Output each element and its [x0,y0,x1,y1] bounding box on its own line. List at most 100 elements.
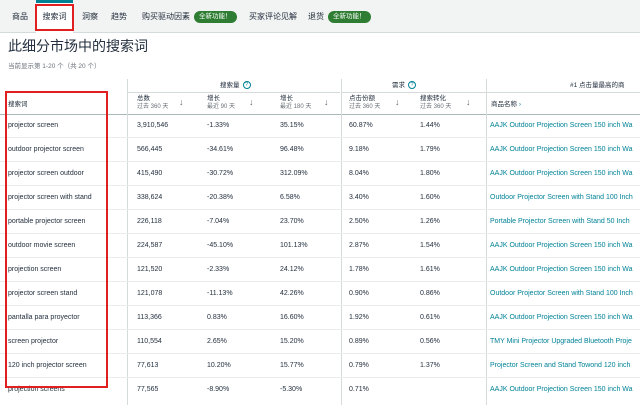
column-subtitle: 最近 180 天 [280,104,312,110]
tab-insights[interactable]: 洞察 [82,0,98,33]
column-header-keyword[interactable]: 搜索词 [8,101,28,109]
growth-180-cell: 16.60% [280,314,304,321]
total-cell: 110,554 [137,338,162,345]
click-share-cell: 8.04% [349,170,369,177]
help-icon[interactable]: ? [242,81,251,90]
table-row[interactable]: screen projector 110,554 2.65% 15.20% 0.… [0,330,640,354]
table-row[interactable]: outdoor projector screen 566,445 -34.61%… [0,138,640,162]
click-share-cell: 2.87% [349,242,369,249]
column-header-click-share[interactable]: 点击份额 过去 360 天 [349,95,380,111]
conversion-cell: 1.60% [420,194,440,201]
group-header-demand: 需求? [392,79,416,92]
table-row[interactable]: portable projector screen 226,118 -7.04%… [0,210,640,234]
keyword-cell[interactable]: portable projector screen [8,210,126,234]
product-link[interactable]: AAJK Outdoor Projection Screen 150 inch … [490,162,640,186]
product-link[interactable]: Outdoor Projector Screen with Stand 100 … [490,282,640,306]
growth-90-cell: -11.13% [207,290,233,297]
table-row[interactable]: projection screen 121,520 -2.33% 24.12% … [0,258,640,282]
growth-180-cell: 24.12% [280,266,304,273]
total-cell: 224,587 [137,242,163,249]
sort-arrow-down-icon[interactable]: ↓ [249,97,254,107]
sort-arrow-down-icon[interactable]: ↓ [466,97,471,107]
growth-180-cell: 101.13% [280,242,308,249]
product-link[interactable]: AAJK Outdoor Projection Screen 150 inch … [490,114,640,138]
conversion-cell: 1.26% [420,218,440,225]
keyword-cell[interactable]: projector screen stand [8,282,126,306]
column-title: 增长 [207,95,220,102]
total-cell: 566,445 [137,146,163,153]
product-link[interactable]: AAJK Outdoor Projection Screen 150 inch … [490,378,640,402]
column-title: 总数 [137,95,150,102]
tab-label: 洞察 [82,12,98,21]
column-subtitle: 最近 90 天 [207,104,236,110]
tab-bar: 商品 搜索词 洞察 趋势 购买驱动因素 全新功能！ 买家评论见解 退货 全新功能！ [0,0,640,34]
keyword-cell[interactable]: outdoor projector screen [8,138,126,162]
table-row[interactable]: projector screen with stand 338,624 -20.… [0,186,640,210]
column-header-total[interactable]: 总数过去 360 天 [137,95,168,111]
column-header-growth-180[interactable]: 增长 最近 180 天 [280,95,311,111]
column-header-growth-90[interactable]: 增长最近 90 天 [207,95,235,111]
sort-arrow-down-icon[interactable]: ↓ [179,97,184,107]
tab-label: 买家评论见解 [249,12,297,21]
table-row[interactable]: projector screen stand 121,078 -11.13% 4… [0,282,640,306]
table-row[interactable]: projector screen outdoor 415,490 -30.72%… [0,162,640,186]
column-header-conversion[interactable]: 搜索转化 过去 360 天 [420,95,451,111]
conversion-cell: 1.37% [420,362,440,369]
total-cell: 121,520 [137,266,163,273]
tab-products[interactable]: 商品 [12,0,28,33]
growth-90-cell: -1.33% [207,122,230,129]
table-row[interactable]: projection screens 77,565 -8.90% -5.30% … [0,378,640,402]
sort-arrow-down-icon[interactable]: ↓ [324,97,329,107]
keyword-cell[interactable]: projection screens [8,378,126,402]
product-link[interactable]: AAJK Outdoor Projection Screen 150 inch … [490,258,640,282]
growth-90-cell: -8.90% [207,386,230,393]
growth-90-cell: -45.10% [207,242,234,249]
table-row[interactable]: outdoor movie screen 224,587 -45.10% 101… [0,234,640,258]
product-link[interactable]: Projector Screen and Stand Towond 120 in… [490,354,640,378]
conversion-cell: 1.80% [420,170,440,177]
product-link[interactable]: Outdoor Projector Screen with Stand 100 … [490,186,640,210]
growth-90-cell: -7.04% [207,218,230,225]
keyword-cell[interactable]: projector screen with stand [8,186,126,210]
total-cell: 77,613 [137,362,159,369]
product-link[interactable]: AAJK Outdoor Projection Screen 150 inch … [490,234,640,258]
growth-90-cell: 0.83% [207,314,227,321]
keyword-cell[interactable]: projector screen outdoor [8,162,126,186]
product-link[interactable]: Portable Projector Screen with Stand 50 … [490,210,640,234]
tab-label: 退货 [308,12,324,21]
table-row[interactable]: 120 inch projector screen 77,613 10.20% … [0,354,640,378]
tab-trends[interactable]: 趋势 [111,0,127,33]
tab-review-insights[interactable]: 买家评论见解 [249,0,297,33]
keyword-cell[interactable]: screen projector [8,330,126,354]
tab-purchase-drivers[interactable]: 购买驱动因素 全新功能！ [142,0,237,33]
help-icon[interactable]: ? [408,81,416,90]
growth-90-cell: 10.20% [207,362,231,369]
total-cell: 338,624 [137,194,163,201]
keyword-cell[interactable]: outdoor movie screen [8,234,126,258]
keyword-cell[interactable]: projection screen [8,258,126,282]
product-link[interactable]: AAJK Outdoor Projection Screen 150 inch … [490,138,640,162]
conversion-cell: 0.86% [420,290,440,297]
tab-label: 商品 [12,12,28,21]
click-share-cell: 60.87% [349,122,373,129]
column-title: 商品名称 [491,101,517,108]
total-cell: 121,078 [137,290,163,297]
sort-arrow-down-icon[interactable]: ↓ [395,97,400,107]
tab-returns[interactable]: 退货 全新功能！ [308,0,371,33]
tab-label: 购买驱动因素 [142,12,190,21]
group-label: 搜索量 [220,82,240,89]
product-link[interactable]: AAJK Outdoor Projection Screen 150 inch … [490,306,640,330]
table-row[interactable]: projector screen 3,910,546 -1.33% 35.15%… [0,114,640,138]
total-cell: 113,366 [137,314,162,321]
table-row[interactable]: pantalla para proyector 113,366 0.83% 16… [0,306,640,330]
keyword-cell[interactable]: 120 inch projector screen [8,354,126,378]
product-link[interactable]: TMY Mini Projector Upgraded Bluetooth Pr… [490,330,640,354]
growth-180-cell: 6.58% [280,194,300,201]
group-divider [342,92,486,93]
column-header-product-name[interactable]: 商品名称 › [491,101,521,109]
keyword-cell[interactable]: pantalla para proyector [8,306,126,330]
keyword-cell[interactable]: projector screen [8,114,126,138]
click-share-cell: 0.90% [349,290,369,297]
click-share-cell: 1.78% [349,266,369,273]
column-subtitle: 过去 360 天 [137,104,169,110]
